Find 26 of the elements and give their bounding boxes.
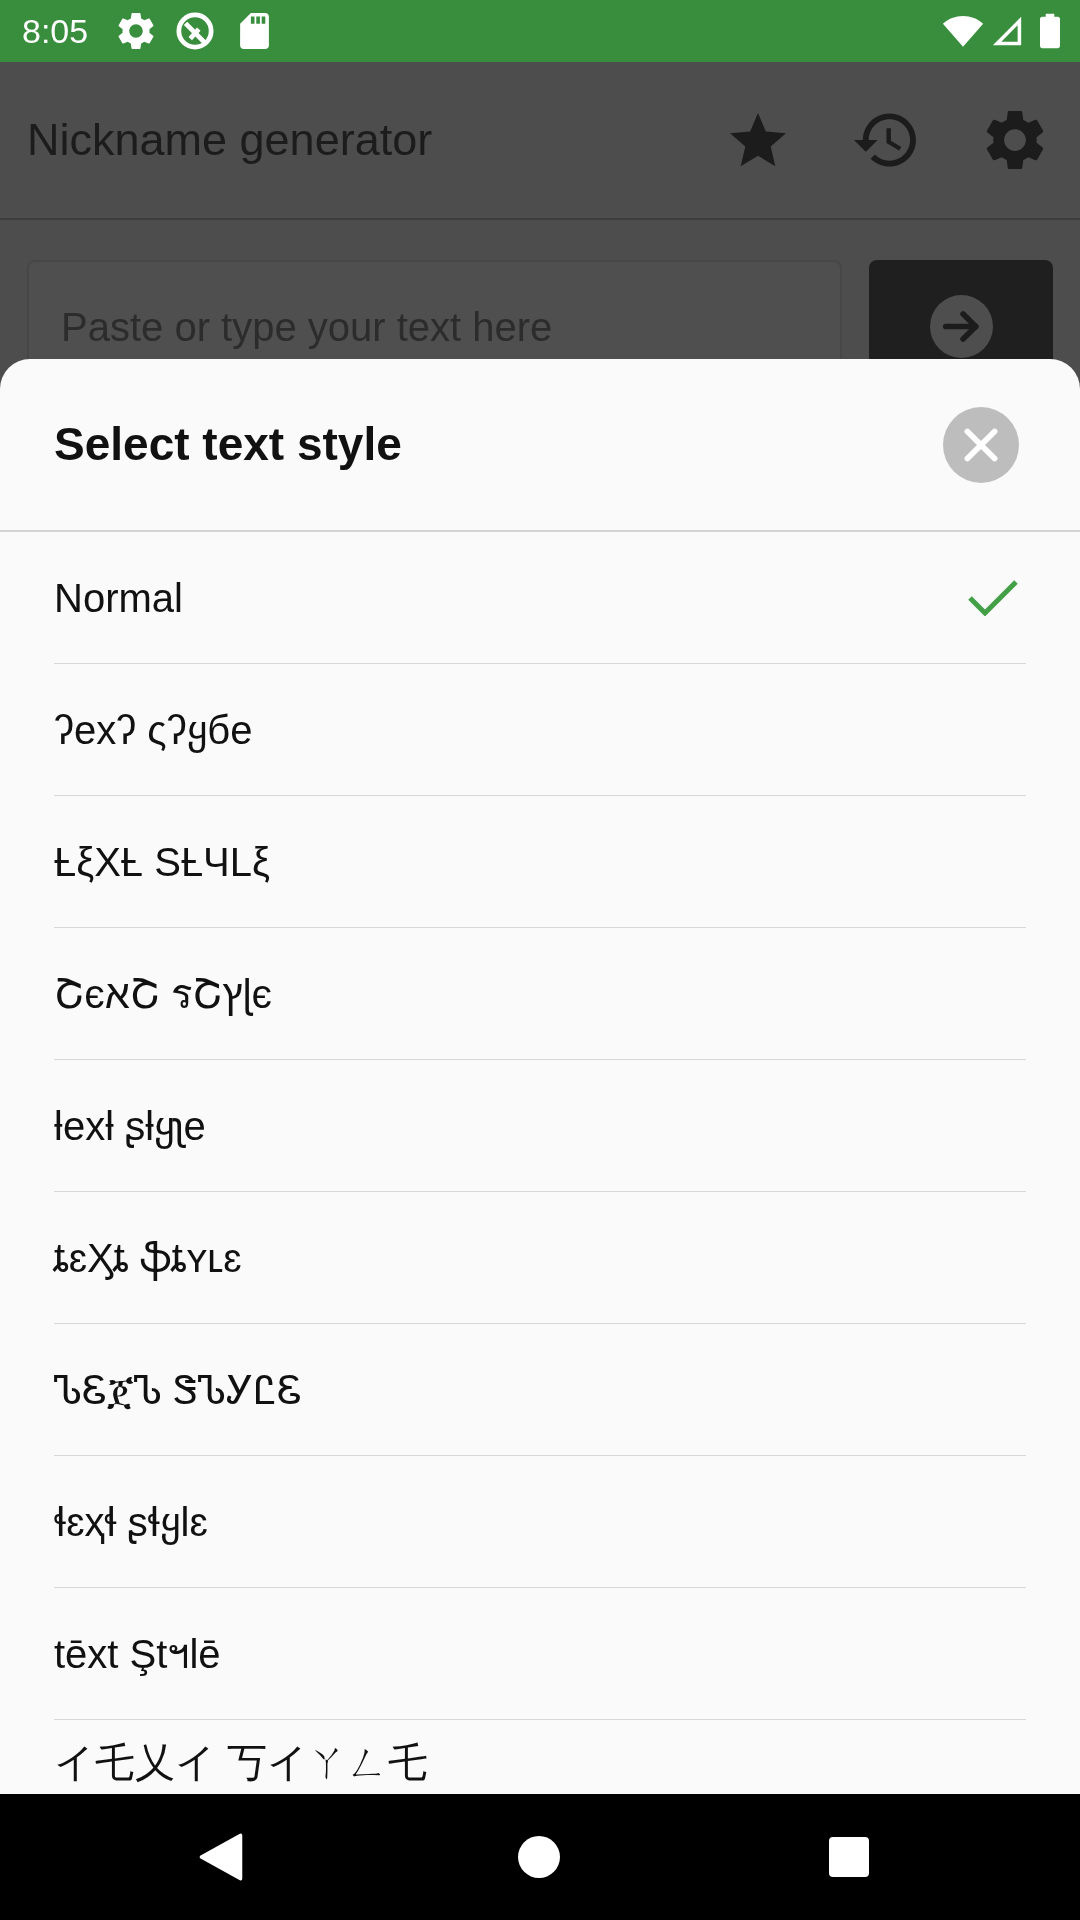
- style-option[interactable]: ʔexʔ ςʔყбe: [54, 664, 1026, 796]
- style-option[interactable]: ɬɛҳɬ ʂɬყlɛ: [54, 1456, 1026, 1588]
- settings-icon: [118, 13, 155, 49]
- check-icon: [968, 579, 1018, 616]
- go-button[interactable]: [869, 260, 1053, 359]
- style-option[interactable]: ᏖᏋጀᏖ ᏕᏖᎩᏝᏋ: [54, 1324, 1026, 1456]
- history-icon[interactable]: [854, 113, 916, 167]
- signal-icon: [990, 14, 1024, 48]
- style-option[interactable]: ȽξXȽ SȽЧLξ: [54, 796, 1026, 928]
- arrow-right-circle-icon: [929, 295, 993, 358]
- star-icon[interactable]: [730, 113, 786, 167]
- back-icon[interactable]: [199, 1833, 243, 1881]
- style-option[interactable]: ƚexƚ ʂƚყʅe: [54, 1060, 1026, 1192]
- sheet-title: Select text style: [54, 417, 402, 472]
- slashed-circle-icon: [176, 12, 215, 50]
- status-time: 8:05: [22, 14, 89, 48]
- style-option[interactable]: tēxt Ştฯlē: [54, 1588, 1026, 1720]
- battery-icon: [1040, 13, 1060, 49]
- style-option[interactable]: ՇєאՇ รՇץɭє: [54, 928, 1026, 1060]
- wifi-icon: [942, 15, 984, 47]
- home-icon[interactable]: [518, 1836, 560, 1878]
- settings-icon[interactable]: [986, 111, 1044, 169]
- memory-card-icon: [240, 13, 270, 49]
- style-option[interactable]: Normal: [54, 532, 1026, 664]
- style-option[interactable]: ȶɛӼȶ ֆȶʏʟɛ: [54, 1192, 1026, 1324]
- close-icon: [964, 427, 998, 462]
